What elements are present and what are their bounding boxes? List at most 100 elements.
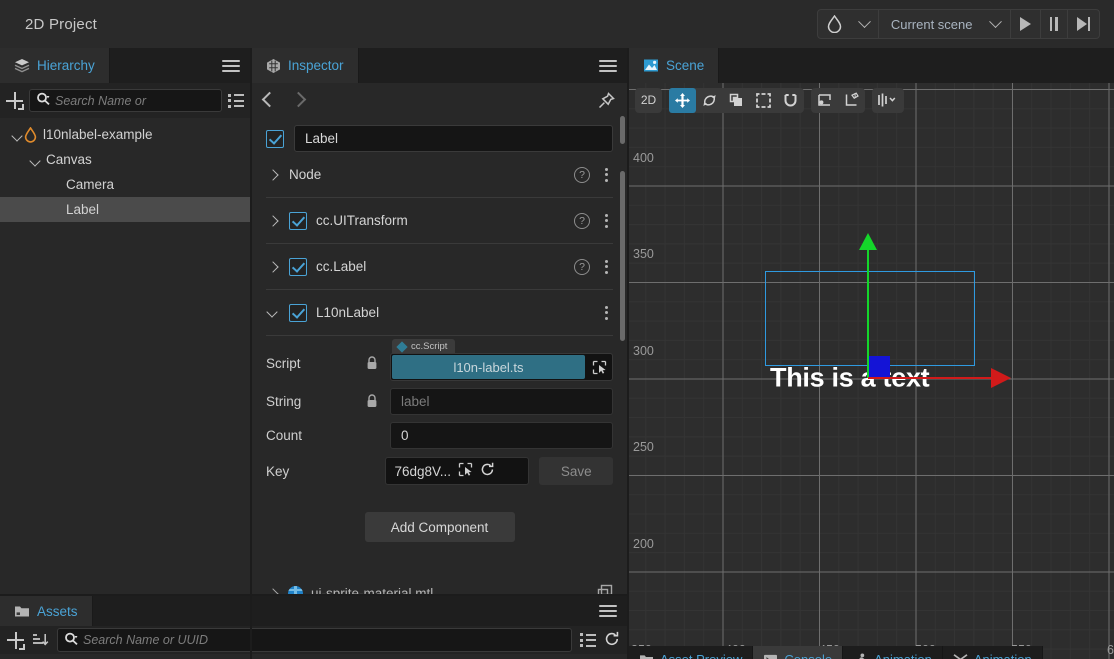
rotate-tool-icon[interactable] xyxy=(696,88,723,113)
component-menu-icon[interactable] xyxy=(599,213,613,228)
node-name-input[interactable] xyxy=(294,125,613,152)
device-dropdown-chevron-down-icon[interactable] xyxy=(851,10,878,38)
component-header-uitransform[interactable]: cc.UITransform ? xyxy=(266,198,613,244)
hierarchy-menu-icon[interactable] xyxy=(222,57,240,75)
chevron-right-icon[interactable] xyxy=(266,168,280,182)
chevron-right-icon[interactable] xyxy=(266,214,280,228)
inspector-tabbar: Inspector xyxy=(252,48,627,83)
tab-hierarchy[interactable]: Hierarchy xyxy=(0,48,110,83)
assets-refresh-icon[interactable] xyxy=(604,631,620,650)
tab-animation[interactable]: Animation xyxy=(843,646,943,659)
add-component-button[interactable]: Add Component xyxy=(364,512,515,542)
script-field[interactable]: cc.Script l10n-label.ts xyxy=(390,339,613,381)
key-input[interactable]: 76dg8V... xyxy=(385,457,530,485)
pause-button[interactable] xyxy=(1041,10,1067,38)
pivot-toggle-icon[interactable] xyxy=(811,88,838,113)
ruler-tick-label: 400 xyxy=(633,151,654,165)
move-tool-icon[interactable] xyxy=(669,87,696,113)
panel-divider-vertical[interactable] xyxy=(250,48,252,659)
scale-tool-icon[interactable] xyxy=(723,88,750,113)
assets-search[interactable] xyxy=(57,628,572,652)
assets-search-input[interactable] xyxy=(83,633,565,647)
key-picker-icon[interactable] xyxy=(458,462,473,480)
string-input[interactable]: label xyxy=(390,387,613,415)
tab-animation-graph[interactable]: Animation xyxy=(942,646,1043,659)
back-arrow-icon[interactable] xyxy=(261,91,278,108)
count-input[interactable]: 0 xyxy=(390,421,613,449)
tree-node-label-selected[interactable]: Label xyxy=(0,197,250,222)
hierarchy-search-input[interactable] xyxy=(55,93,215,108)
gizmo-x-axis[interactable] xyxy=(868,377,993,379)
scene-selector[interactable]: Current scene xyxy=(879,10,1010,38)
magnet-tool-icon[interactable] xyxy=(777,88,804,113)
component-title: cc.Label xyxy=(316,259,367,274)
tab-scene[interactable]: Scene xyxy=(629,48,720,83)
tree-node-root[interactable]: l10nlabel-example xyxy=(0,122,250,147)
component-menu-icon[interactable] xyxy=(599,305,613,320)
help-icon[interactable]: ? xyxy=(574,212,590,229)
add-asset-icon[interactable] xyxy=(7,631,25,650)
component-enabled-checkbox[interactable] xyxy=(289,211,307,230)
component-enabled-checkbox[interactable] xyxy=(289,257,307,276)
tab-console[interactable]: Console xyxy=(753,646,844,659)
node-enabled-checkbox[interactable] xyxy=(266,129,284,148)
component-enabled-checkbox[interactable] xyxy=(289,303,307,322)
gizmo-settings-icon[interactable] xyxy=(872,88,904,113)
component-menu-icon[interactable] xyxy=(599,259,613,274)
assets-menu-icon[interactable] xyxy=(599,602,617,620)
component-header-node[interactable]: Node ? xyxy=(266,152,613,198)
component-title: L10nLabel xyxy=(316,305,380,320)
tab-inspector[interactable]: Inspector xyxy=(252,48,359,83)
property-label: String xyxy=(266,393,302,409)
toggle-2d-button[interactable]: 2D xyxy=(635,88,662,113)
node-name-row xyxy=(266,125,613,152)
chevron-right-icon[interactable] xyxy=(266,260,280,274)
component-menu-icon[interactable] xyxy=(599,167,613,182)
panel-divider-horizontal[interactable] xyxy=(0,594,627,596)
asset-picker-icon[interactable] xyxy=(586,360,612,375)
editor-window: 2D Project Current scene Hierarchy Searc… xyxy=(0,0,1114,659)
component-title: Node xyxy=(289,167,322,182)
rect-tool-icon[interactable] xyxy=(750,88,777,113)
gizmo-center-handle[interactable] xyxy=(869,356,890,378)
pin-icon[interactable] xyxy=(598,92,615,112)
component-header-cclabel[interactable]: cc.Label ? xyxy=(266,244,613,290)
expand-arrow-icon[interactable] xyxy=(28,153,42,167)
coordinate-toggle-icon[interactable] xyxy=(838,88,865,113)
tab-assets[interactable]: Assets xyxy=(0,596,93,626)
sort-icon[interactable] xyxy=(32,632,49,648)
water-drop-icon[interactable] xyxy=(818,10,851,38)
tab-asset-preview[interactable]: Asset Preview xyxy=(629,646,754,659)
play-button[interactable] xyxy=(1011,10,1040,38)
animation-icon xyxy=(853,652,868,659)
inspector-scrollbar[interactable] xyxy=(620,116,625,144)
scene-viewport[interactable]: This is a text 400 350 300 250 200 350 4… xyxy=(629,83,1114,659)
script-type-label: cc.Script xyxy=(411,341,448,352)
gizmo-x-arrow[interactable] xyxy=(991,368,1011,388)
tree-node-camera[interactable]: Camera xyxy=(0,172,250,197)
chevron-down-icon[interactable] xyxy=(266,306,280,320)
add-node-icon[interactable] xyxy=(6,92,24,110)
forward-arrow-icon[interactable] xyxy=(290,91,307,108)
script-type-tag: cc.Script xyxy=(392,339,456,354)
component-header-l10nlabel[interactable]: L10nLabel xyxy=(266,290,613,336)
assets-list-options-icon[interactable] xyxy=(580,631,596,650)
expand-arrow-icon[interactable] xyxy=(10,128,24,142)
hierarchy-list-options-icon[interactable] xyxy=(228,91,244,110)
tree-node-canvas[interactable]: Canvas xyxy=(0,147,250,172)
lock-icon xyxy=(366,394,378,408)
top-toolbar: 2D Project Current scene xyxy=(0,0,1114,48)
property-key: Key 76dg8V... Save xyxy=(266,452,613,490)
save-button[interactable]: Save xyxy=(539,457,613,485)
help-icon[interactable]: ? xyxy=(574,258,590,275)
hierarchy-search[interactable] xyxy=(29,89,222,112)
inspector-scrollbar-thumb[interactable] xyxy=(620,171,625,341)
step-forward-button[interactable] xyxy=(1068,10,1099,38)
script-input-box[interactable]: l10n-label.ts xyxy=(390,353,613,381)
refresh-icon[interactable] xyxy=(480,462,495,480)
scene-panel: Scene This is a text 400 350 300 250 200… xyxy=(629,48,1114,659)
gizmo-y-arrow[interactable] xyxy=(859,233,877,250)
help-icon[interactable]: ? xyxy=(574,166,590,183)
inspector-menu-icon[interactable] xyxy=(599,57,617,75)
selection-bounds[interactable] xyxy=(765,271,975,366)
